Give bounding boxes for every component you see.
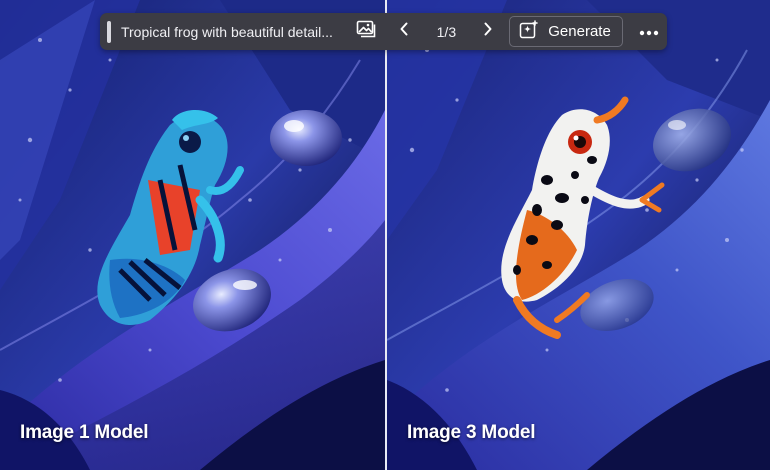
sparkle-icon (519, 19, 539, 44)
more-horizontal-icon (639, 23, 659, 41)
generated-image-3 (387, 0, 770, 470)
image-counter: 1/3 (436, 23, 457, 40)
image-toolbar: Tropical frog with beautiful detail... 1… (100, 13, 667, 50)
chevron-left-icon (399, 22, 409, 41)
drag-handle[interactable] (107, 20, 111, 43)
image-icon (356, 20, 376, 43)
generated-image-1 (0, 0, 385, 470)
generate-label: Generate (548, 23, 611, 40)
prompt-text[interactable]: Tropical frog with beautiful detail... (121, 24, 339, 40)
image-panel-3: Image 3 Model (387, 0, 770, 470)
more-options-button[interactable] (631, 17, 667, 47)
panel-caption-1: Image 1 Model (20, 422, 149, 443)
chevron-right-icon (483, 22, 493, 41)
panel-caption-3: Image 3 Model (407, 422, 536, 443)
previous-button[interactable] (392, 17, 416, 47)
image-button[interactable] (351, 17, 381, 47)
generate-button[interactable]: Generate (509, 16, 624, 47)
image-panel-1: Image 1 Model (0, 0, 385, 470)
next-button[interactable] (476, 17, 500, 47)
